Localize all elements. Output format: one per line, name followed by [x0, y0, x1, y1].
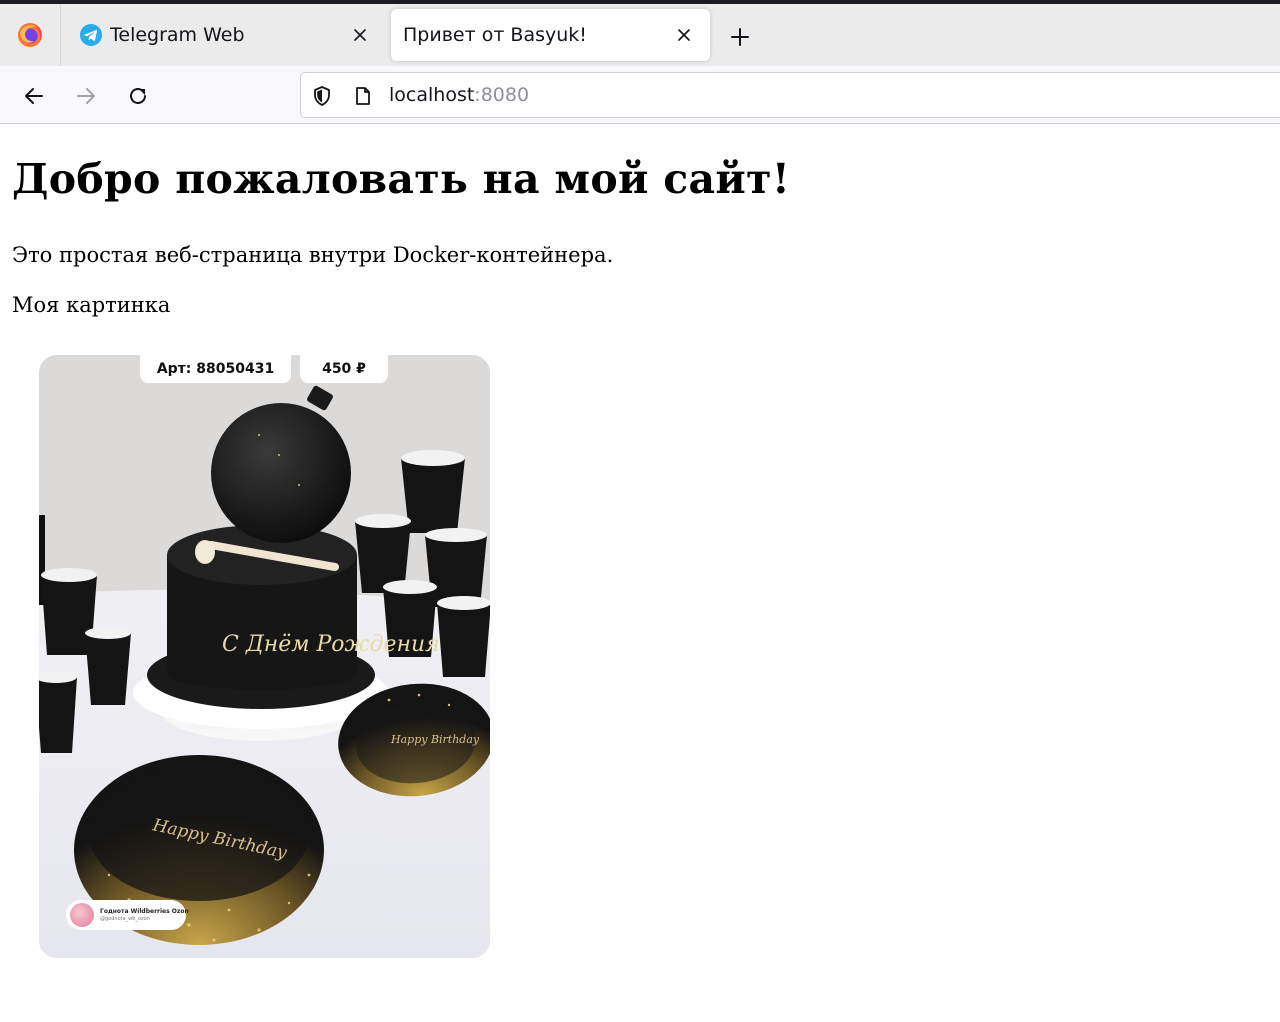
tab-active-page[interactable]: Привет от Basyuk! [391, 9, 710, 61]
telegram-icon [79, 23, 103, 47]
price-label: 450 ₽ [300, 355, 388, 383]
tab-title: Привет от Basyuk! [403, 24, 587, 46]
forward-button[interactable] [70, 80, 102, 112]
plate-text-small: Happy Birthday [390, 733, 480, 746]
badge-name: Годнота Wildberries Ozon [100, 907, 189, 915]
arrow-left-icon [25, 88, 43, 104]
close-icon [678, 29, 690, 41]
close-icon [354, 29, 366, 41]
url-text[interactable]: localhost:8080 [389, 84, 529, 106]
navigation-toolbar: localhost:8080 [0, 66, 1280, 124]
address-bar[interactable]: localhost:8080 [300, 72, 1280, 118]
tab-title: Telegram Web [110, 24, 245, 46]
cake-topper-text: С Днём Рождения [222, 632, 440, 657]
url-port: :8080 [474, 84, 530, 106]
reload-icon [130, 87, 146, 104]
page-heading: Добро пожаловать на мой сайт! [12, 155, 791, 203]
new-tab-button[interactable] [724, 21, 756, 53]
page-icon[interactable] [351, 84, 375, 108]
page-content: Добро пожаловать на мой сайт! Это проста… [0, 125, 1280, 1022]
reload-button[interactable] [122, 80, 154, 112]
image-caption: Моя картинка [12, 293, 171, 317]
plus-icon [731, 28, 749, 46]
tab-close-button[interactable] [348, 23, 372, 47]
back-button[interactable] [18, 80, 50, 112]
avatar [70, 903, 94, 927]
tab-close-button[interactable] [672, 23, 696, 47]
firefox-icon [18, 23, 42, 47]
article-label: Арт: 88050431 [140, 355, 291, 383]
cake-photo: С Днём Рождения Happy Birthday Happy Bir… [39, 355, 490, 958]
tab-strip: Telegram Web Привет от Basyuk! [0, 4, 1280, 66]
tab-telegram[interactable]: Telegram Web [64, 9, 386, 61]
intro-paragraph: Это простая веб-страница внутри Docker-к… [12, 243, 614, 267]
firefox-menu-button[interactable] [0, 4, 60, 66]
shield-icon[interactable] [310, 84, 334, 108]
tab-separator [60, 4, 61, 66]
url-host: localhost [389, 84, 475, 106]
badge-handle: @godnota_wb_ozon [100, 915, 150, 922]
arrow-right-icon [77, 88, 95, 104]
shop-badge: Годнота Wildberries Ozon @godnota_wb_ozo… [66, 900, 189, 930]
